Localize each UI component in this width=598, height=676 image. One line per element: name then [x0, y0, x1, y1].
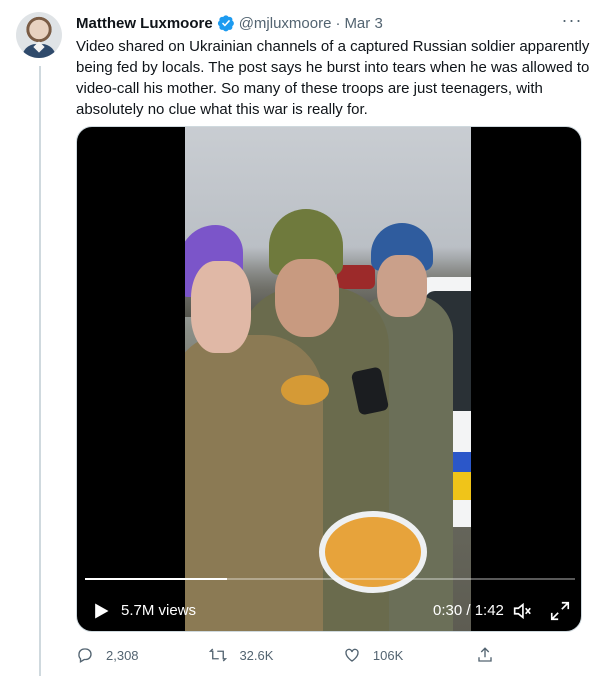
like-button[interactable]: 106K [343, 644, 476, 666]
video-soldier2-head [377, 255, 427, 317]
video-bread [281, 375, 329, 405]
video-red-car [337, 265, 375, 289]
reply-count: 2,308 [106, 647, 139, 663]
play-icon[interactable] [91, 601, 111, 621]
verified-badge-icon [217, 15, 234, 32]
fullscreen-icon[interactable] [549, 600, 571, 622]
retweet-count: 32.6K [239, 647, 274, 663]
view-count: 5.7M views [121, 602, 197, 619]
video-progress-bar[interactable] [85, 578, 575, 580]
share-icon [478, 647, 493, 662]
video-frame[interactable] [185, 127, 471, 631]
video-woman-face [191, 261, 251, 353]
volume-icon[interactable] [511, 600, 533, 622]
like-icon [345, 648, 359, 662]
video-player[interactable]: 5.7M views 0:30 / 1:42 [76, 126, 582, 632]
avatar[interactable] [16, 12, 62, 58]
video-progress-fill [85, 578, 228, 580]
video-woman [185, 225, 323, 631]
more-options-icon[interactable]: ··· [560, 11, 584, 32]
tweet-date[interactable]: Mar 3 [344, 15, 382, 32]
video-pie [325, 517, 421, 587]
share-button[interactable] [476, 644, 506, 666]
thread-line [39, 66, 41, 676]
author-name[interactable]: Matthew Luxmoore [76, 15, 213, 32]
tweet-actions: 2,308 32.6K 106K [76, 644, 506, 666]
video-time: 0:30 / 1:42 [433, 602, 504, 619]
video-controls: 5.7M views 0:30 / 1:42 [77, 591, 581, 631]
reply-icon [78, 648, 92, 663]
reply-button[interactable]: 2,308 [76, 644, 209, 666]
retweet-icon [209, 648, 228, 662]
retweet-button[interactable]: 32.6K [209, 644, 342, 666]
header-separator: · [335, 14, 341, 32]
like-count: 106K [372, 647, 404, 663]
author-handle[interactable]: @mjluxmoore [239, 15, 332, 32]
tweet-text: Video shared on Ukrainian channels of a … [76, 38, 590, 118]
tweet-header: Matthew Luxmoore @mjluxmoore · Mar 3 [76, 12, 383, 34]
